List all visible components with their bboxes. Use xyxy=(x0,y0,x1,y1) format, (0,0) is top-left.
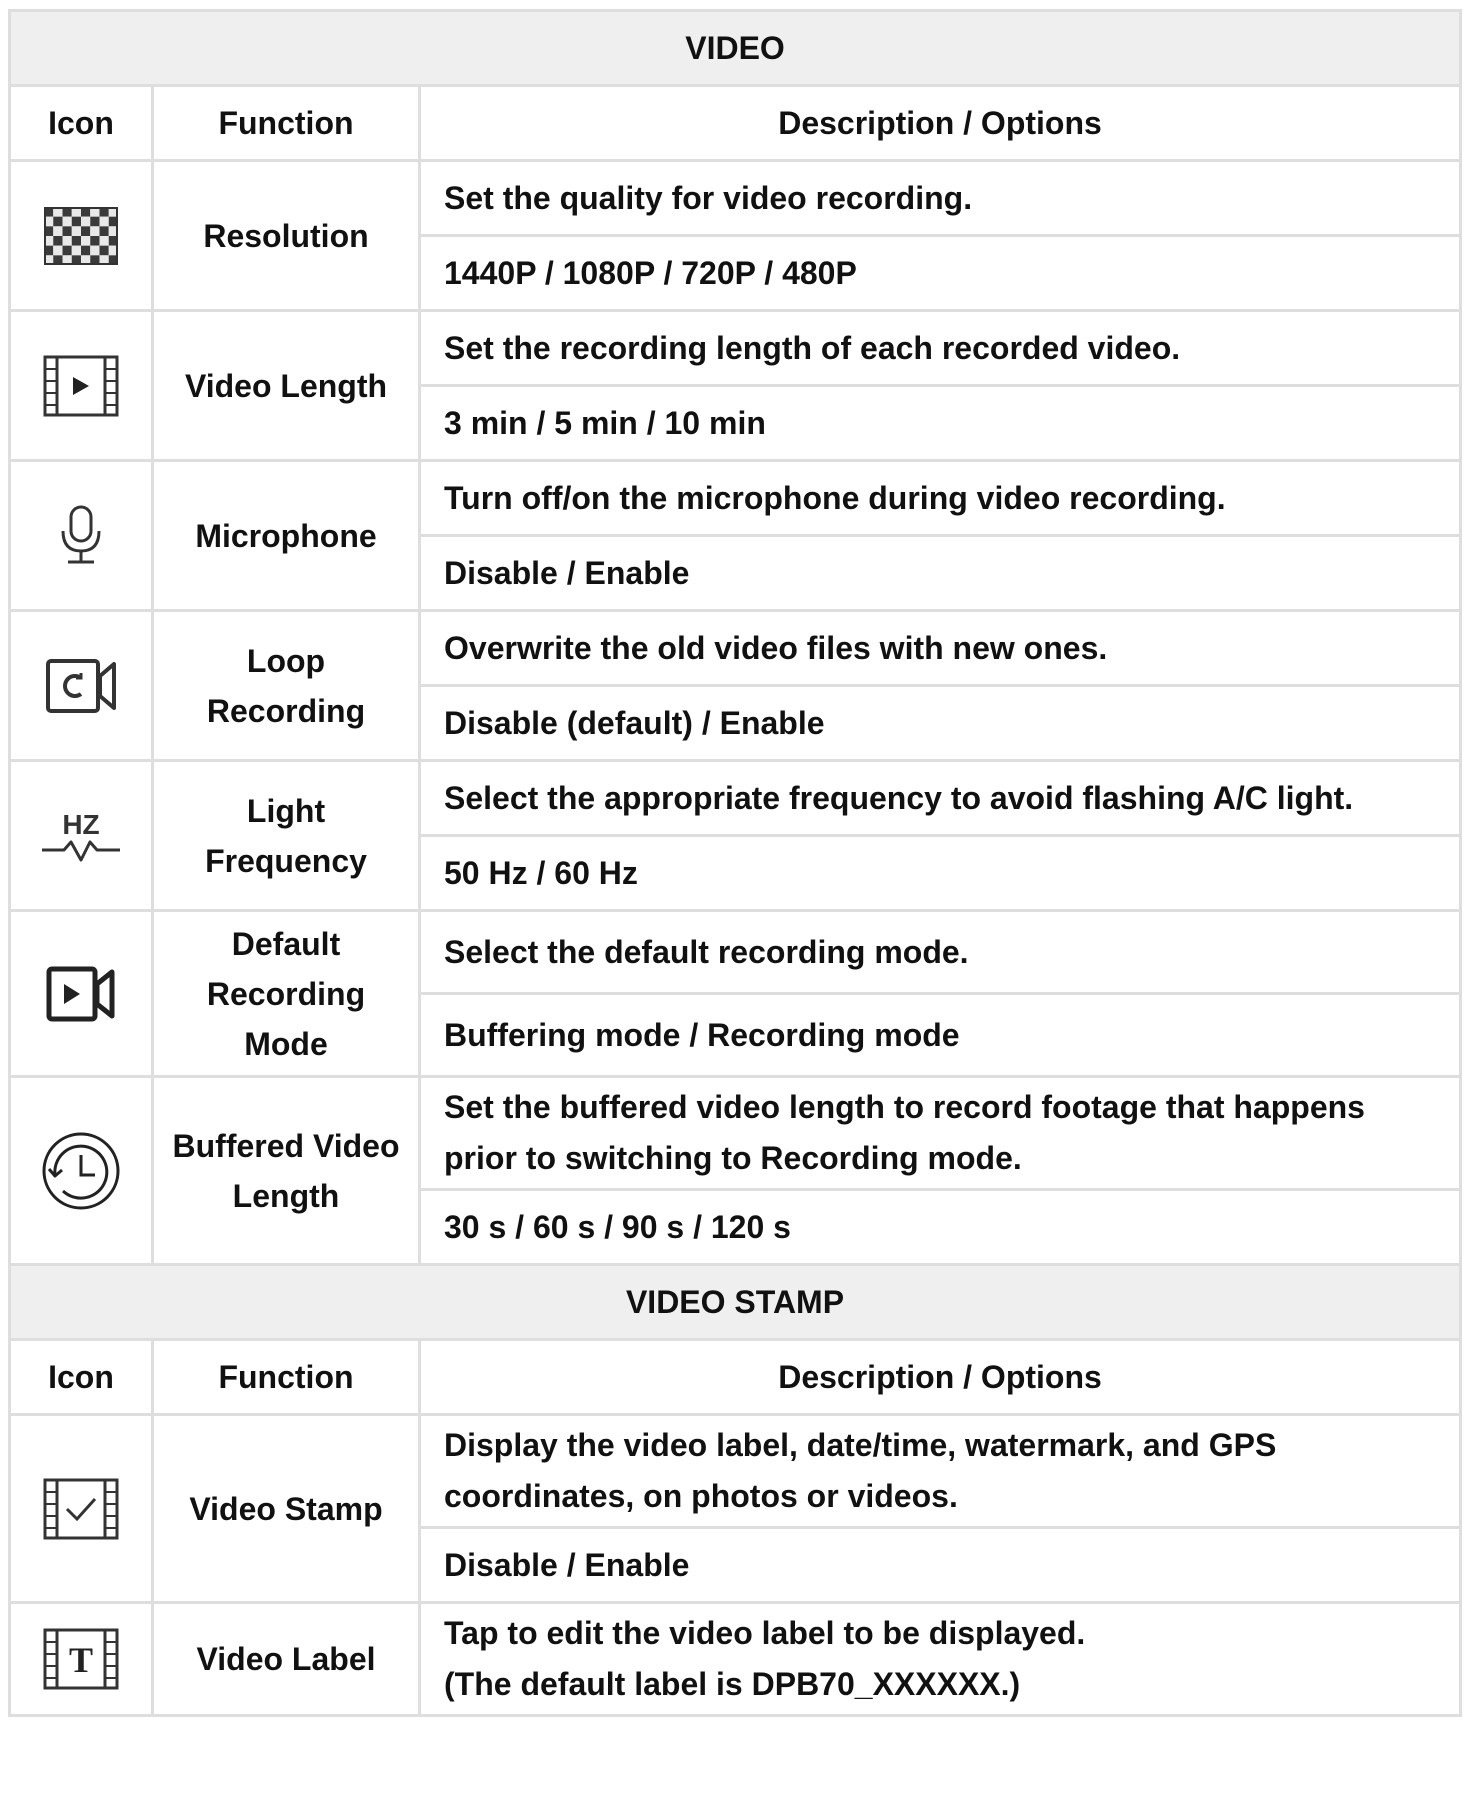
hz-frequency-icon: HZ xyxy=(40,806,122,866)
options-microphone: Disable / Enable xyxy=(417,534,1463,612)
settings-table: VIDEO Icon Function Description / Option… xyxy=(7,9,1463,1717)
description-loop-recording: Overwrite the old video files with new o… xyxy=(417,609,1463,687)
video-camera-play-icon xyxy=(46,966,116,1022)
function-video-stamp: Video Stamp xyxy=(151,1413,421,1604)
hz-label: HZ xyxy=(62,809,99,840)
column-header-icon: Icon xyxy=(8,1338,154,1416)
row-video-length[interactable]: Video Length Set the recording length of… xyxy=(8,309,1463,462)
options-video-length: 3 min / 5 min / 10 min xyxy=(417,384,1463,462)
icon-cell xyxy=(8,1075,154,1266)
row-light-frequency[interactable]: HZ Light Frequency Select the appropriat… xyxy=(8,759,1463,912)
function-buffered-video-length: Buffered Video Length xyxy=(151,1075,421,1266)
description-light-frequency: Select the appropriate frequency to avoi… xyxy=(417,759,1463,837)
film-play-icon xyxy=(43,355,119,417)
description-buffered-video-length: Set the buffered video length to record … xyxy=(417,1075,1463,1191)
row-video-label[interactable]: T Video Label Tap to edit the video labe… xyxy=(8,1601,1463,1717)
function-loop-recording: Loop Recording xyxy=(151,609,421,762)
options-video-stamp: Disable / Enable xyxy=(417,1526,1463,1604)
icon-cell xyxy=(8,1413,154,1604)
row-default-recording-mode[interactable]: Default Recording Mode Select the defaul… xyxy=(8,909,1463,1078)
icon-cell xyxy=(8,459,154,612)
t-glyph: T xyxy=(69,1640,93,1680)
row-loop-recording[interactable]: Loop Recording Overwrite the old video f… xyxy=(8,609,1463,762)
section-header-video-stamp: VIDEO STAMP xyxy=(7,1263,1463,1341)
column-header-icon: Icon xyxy=(8,84,154,162)
icon-cell: HZ xyxy=(8,759,154,912)
description-default-recording-mode: Select the default recording mode. xyxy=(417,909,1463,995)
options-resolution: 1440P / 1080P / 720P / 480P xyxy=(417,234,1463,312)
film-text-icon: T xyxy=(43,1628,119,1690)
column-header-row: Icon Function Description / Options xyxy=(8,84,1463,162)
film-check-icon xyxy=(43,1478,119,1540)
icon-cell xyxy=(8,609,154,762)
function-resolution: Resolution xyxy=(151,159,421,312)
options-loop-recording: Disable (default) / Enable xyxy=(417,684,1463,762)
loop-camera-icon xyxy=(45,658,117,714)
video-label-default-line: (The default label is DPB70_XXXXXX.) xyxy=(444,1666,1021,1702)
section-header-video: VIDEO xyxy=(7,9,1463,87)
column-header-description: Description / Options xyxy=(417,84,1463,162)
video-label-description-line: Tap to edit the video label to be displa… xyxy=(444,1615,1086,1651)
section-title: VIDEO STAMP xyxy=(7,1263,1463,1341)
microphone-icon xyxy=(55,505,107,567)
options-light-frequency: 50 Hz / 60 Hz xyxy=(417,834,1463,912)
row-buffered-video-length[interactable]: Buffered Video Length Set the buffered v… xyxy=(8,1075,1463,1266)
column-header-function: Function xyxy=(151,84,421,162)
column-header-function: Function xyxy=(151,1338,421,1416)
description-video-label: Tap to edit the video label to be displa… xyxy=(417,1601,1463,1717)
icon-cell xyxy=(8,159,154,312)
function-default-recording-mode: Default Recording Mode xyxy=(151,909,421,1078)
function-video-length: Video Length xyxy=(151,309,421,462)
history-clock-icon xyxy=(39,1129,123,1213)
options-default-recording-mode: Buffering mode / Recording mode xyxy=(417,992,1463,1078)
description-video-length: Set the recording length of each recorde… xyxy=(417,309,1463,387)
icon-cell xyxy=(8,309,154,462)
icon-cell xyxy=(8,909,154,1078)
function-light-frequency: Light Frequency xyxy=(151,759,421,912)
description-microphone: Turn off/on the microphone during video … xyxy=(417,459,1463,537)
section-title: VIDEO xyxy=(7,9,1463,87)
row-video-stamp[interactable]: Video Stamp Display the video label, dat… xyxy=(8,1413,1463,1604)
icon-cell: T xyxy=(8,1601,154,1717)
description-resolution: Set the quality for video recording. xyxy=(417,159,1463,237)
checkerboard-icon xyxy=(44,206,118,265)
row-resolution[interactable]: Resolution Set the quality for video rec… xyxy=(8,159,1463,312)
options-buffered-video-length: 30 s / 60 s / 90 s / 120 s xyxy=(417,1188,1463,1266)
function-video-label: Video Label xyxy=(151,1601,421,1717)
function-microphone: Microphone xyxy=(151,459,421,612)
column-header-row: Icon Function Description / Options xyxy=(8,1338,1463,1416)
column-header-description: Description / Options xyxy=(417,1338,1463,1416)
row-microphone[interactable]: Microphone Turn off/on the microphone du… xyxy=(8,459,1463,612)
description-video-stamp: Display the video label, date/time, wate… xyxy=(417,1413,1463,1529)
